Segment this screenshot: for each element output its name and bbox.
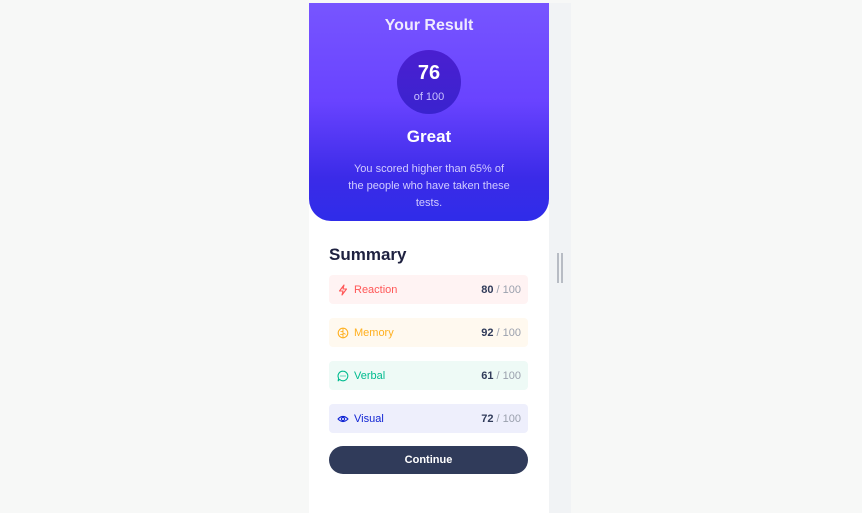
result-panel: Your Result 76 of 100 Great You scored h… <box>309 3 549 221</box>
summary-max: / 100 <box>496 369 521 382</box>
summary-score: 72 <box>481 412 494 425</box>
summary-max: / 100 <box>496 326 521 339</box>
summary-row-visual: Visual 72 / 100 <box>329 404 528 433</box>
summary-row-verbal: Verbal 61 / 100 <box>329 361 528 390</box>
summary-label: Reaction <box>354 283 398 296</box>
result-title: Your Result <box>384 17 474 34</box>
score-of-label: of 100 <box>413 91 445 103</box>
summary-score: 92 <box>481 326 494 339</box>
summary-score: 61 <box>481 369 494 382</box>
summary-row-memory: Memory 92 / 100 <box>329 318 528 347</box>
eye-icon <box>337 413 349 425</box>
summary-score: 80 <box>481 283 494 296</box>
brain-icon <box>337 327 349 339</box>
resize-handle[interactable] <box>557 253 563 283</box>
summary-title: Summary <box>329 245 407 264</box>
summary-max: / 100 <box>496 283 521 296</box>
preview-frame: Your Result 76 of 100 Great You scored h… <box>309 3 571 513</box>
chat-bubble-icon <box>337 370 349 382</box>
summary-label: Verbal <box>354 369 386 382</box>
rating-label: Great <box>406 127 452 146</box>
results-card: Your Result 76 of 100 Great You scored h… <box>309 3 549 513</box>
continue-button[interactable]: Continue <box>329 446 528 474</box>
lightning-icon <box>337 283 349 296</box>
summary-row-reaction: Reaction 80 / 100 <box>329 275 528 304</box>
result-description: You scored higher than 65% of the people… <box>348 163 510 209</box>
summary-label: Visual <box>354 412 384 425</box>
score-circle: 76 of 100 <box>397 50 461 114</box>
score-value: 76 <box>417 62 441 84</box>
summary-max: / 100 <box>496 412 521 425</box>
summary-label: Memory <box>354 326 394 339</box>
